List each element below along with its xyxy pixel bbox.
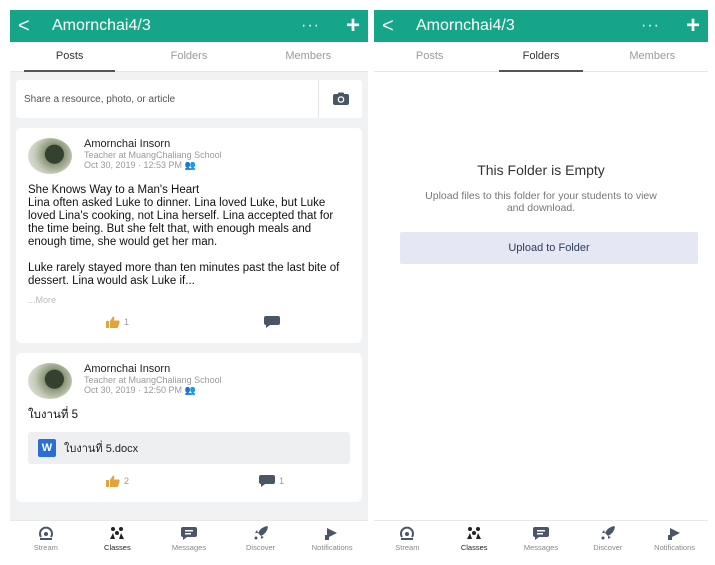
nav-stream[interactable]: Stream (374, 521, 441, 555)
empty-title: This Folder is Empty (477, 162, 605, 178)
post-author[interactable]: Amornchai Insorn (84, 138, 222, 150)
folders-screen: < Amornchai4/3 ··· + Posts Folders Membe… (374, 10, 708, 555)
add-icon[interactable]: + (686, 10, 700, 42)
nav-messages[interactable]: Messages (153, 521, 225, 555)
tab-folders[interactable]: Folders (129, 42, 248, 71)
rocket-icon (254, 526, 268, 540)
posts-screen: < Amornchai4/3 ··· + Posts Folders Membe… (10, 10, 368, 555)
avatar[interactable] (28, 363, 72, 399)
post-title: She Knows Way to a Man's Heart (28, 184, 200, 196)
messages-icon (532, 527, 549, 540)
post-paragraph: Luke rarely stayed more than ten minutes… (28, 262, 340, 287)
group-icon: 👥 (184, 160, 196, 170)
megaphone-icon (667, 528, 680, 540)
camera-icon[interactable] (318, 80, 362, 118)
post-actions: 1 (28, 311, 350, 333)
nav-discover[interactable]: Discover (574, 521, 641, 555)
tab-members[interactable]: Members (249, 42, 368, 71)
top-bar: < Amornchai4/3 ··· + (374, 10, 708, 42)
more-icon[interactable]: ··· (641, 17, 660, 35)
avatar[interactable] (28, 138, 72, 174)
tab-bar: Posts Folders Members (10, 42, 368, 72)
more-link[interactable]: ...More (28, 295, 350, 305)
megaphone-icon (325, 528, 338, 540)
bottom-nav: Stream Classes Messages Discover Notific… (10, 520, 368, 555)
class-title: Amornchai4/3 (52, 17, 151, 34)
nav-stream[interactable]: Stream (10, 521, 82, 555)
group-icon: 👥 (184, 385, 196, 395)
stream-icon (38, 526, 53, 540)
nav-messages[interactable]: Messages (508, 521, 575, 555)
post-actions: 2 1 (28, 470, 350, 492)
tab-posts[interactable]: Posts (374, 42, 485, 71)
top-bar: < Amornchai4/3 ··· + (10, 10, 368, 42)
nav-notifications[interactable]: Notifications (641, 521, 708, 555)
nav-classes[interactable]: Classes (82, 521, 154, 555)
more-icon[interactable]: ··· (301, 17, 320, 35)
messages-icon (180, 527, 197, 540)
back-icon[interactable]: < (382, 10, 402, 42)
comment-icon (258, 475, 275, 487)
post-role: Teacher at MuangChaliang School (84, 150, 222, 160)
tab-bar: Posts Folders Members (374, 42, 708, 72)
class-title: Amornchai4/3 (416, 17, 515, 34)
add-icon[interactable]: + (346, 10, 360, 42)
rocket-icon (601, 526, 615, 540)
like-count: 2 (124, 476, 130, 486)
bottom-nav: Stream Classes Messages Discover Notific… (374, 520, 708, 555)
tab-posts[interactable]: Posts (10, 42, 129, 72)
post-card: Amornchai Insorn Teacher at MuangChalian… (16, 128, 362, 343)
nav-discover[interactable]: Discover (225, 521, 297, 555)
upload-to-folder-button[interactable]: Upload to Folder (400, 232, 698, 264)
attachment-name[interactable]: ใบงานที่ 5.docx (64, 439, 138, 457)
post-date: Oct 30, 2019 · 12:50 PM 👥 (84, 385, 196, 395)
post-date: Oct 30, 2019 · 12:53 PM 👥 (84, 160, 196, 170)
thumbs-up-icon (106, 475, 120, 487)
nav-notifications[interactable]: Notifications (296, 521, 368, 555)
post-card: Amornchai Insorn Teacher at MuangChalian… (16, 353, 362, 502)
classes-icon (467, 527, 482, 539)
post-body: She Knows Way to a Man's Heart Lina ofte… (28, 184, 350, 288)
stream-icon (400, 526, 415, 540)
empty-state: This Folder is Empty Upload files to thi… (374, 162, 708, 214)
empty-description: Upload files to this folder for your stu… (425, 190, 657, 214)
tab-folders[interactable]: Folders (485, 42, 596, 72)
word-icon: W (38, 439, 56, 457)
classes-icon (110, 527, 125, 539)
comment-count: 1 (278, 476, 284, 486)
like-button[interactable]: 1 (106, 316, 129, 328)
post-author[interactable]: Amornchai Insorn (84, 363, 222, 375)
nav-classes[interactable]: Classes (441, 521, 508, 555)
like-count: 1 (124, 317, 130, 327)
post-paragraph: Lina often asked Luke to dinner. Lina lo… (28, 197, 334, 248)
thumbs-up-icon (106, 316, 120, 328)
post-text: ใบงานที่ 5 (28, 409, 79, 421)
comment-icon (264, 316, 280, 328)
attachment[interactable]: W ใบงานที่ 5.docx (28, 432, 350, 464)
back-icon[interactable]: < (18, 10, 38, 42)
comment-button[interactable]: 1 (258, 475, 284, 487)
comment-button[interactable] (264, 316, 284, 328)
post-role: Teacher at MuangChaliang School (84, 375, 222, 385)
share-box[interactable]: Share a resource, photo, or article (16, 80, 362, 118)
tab-members[interactable]: Members (597, 42, 708, 71)
like-button[interactable]: 2 (106, 475, 129, 487)
share-input[interactable]: Share a resource, photo, or article (24, 94, 318, 105)
